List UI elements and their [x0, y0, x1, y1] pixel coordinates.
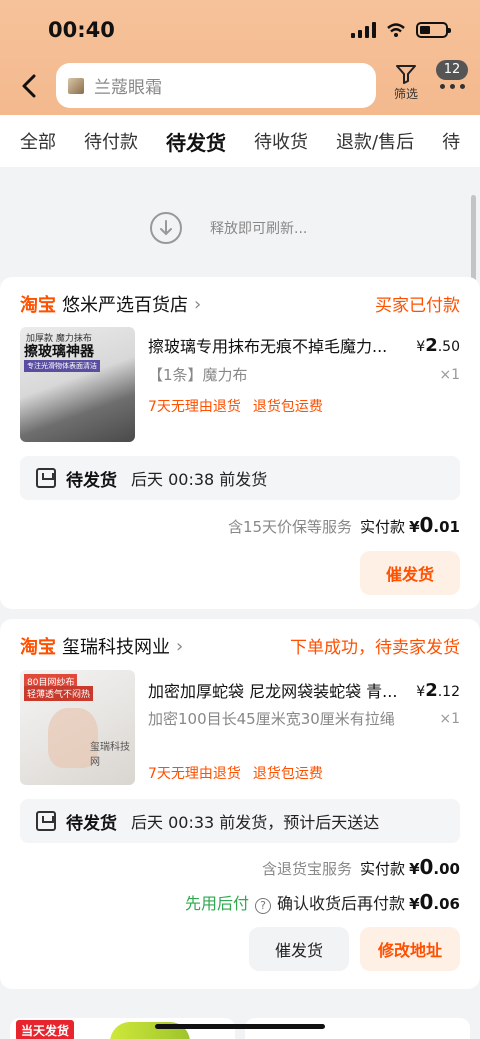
shipping-text: 后天 00:33 前发货，预计后天送达 — [131, 813, 380, 832]
filter-icon — [396, 65, 416, 84]
product-image[interactable]: 加厚款 魔力抹布 擦玻璃神器 专注光滑物体表面清洁 — [20, 327, 135, 442]
shipping-info[interactable]: 待发货 后天 00:33 前发货，预计后天送达 — [20, 799, 460, 843]
urge-shipment-button[interactable]: 催发货 — [360, 551, 460, 595]
service-tags: 7天无理由退货 退货包运费 — [148, 763, 323, 783]
top-header: 00:40 兰蔻眼霜 筛选 12 — [0, 0, 480, 115]
same-day-badge: 当天发货 — [16, 1020, 75, 1039]
back-button[interactable] — [16, 68, 42, 104]
recommendations: 当天发货 — [0, 1000, 480, 1039]
paid-label: 实付款 — [360, 518, 406, 536]
shop-name: 玺瑞科技网业 — [62, 637, 170, 658]
shop-brand: 淘宝 — [20, 295, 56, 316]
shop-link[interactable]: 淘宝 悠米严选百货店 › — [20, 291, 201, 317]
package-icon — [36, 811, 56, 831]
shipping-label: 待发货 — [66, 470, 117, 491]
search-text: 兰蔻眼霜 — [94, 78, 162, 98]
tag-shipping: 退货包运费 — [252, 766, 323, 782]
payment-line: 含15天价保等服务 实付款 ¥0.01 — [228, 513, 460, 537]
urge-shipment-button[interactable]: 催发货 — [249, 927, 349, 971]
order-card: 淘宝 悠米严选百货店 › 买家已付款 加厚款 魔力抹布 擦玻璃神器 专注光滑物体… — [0, 277, 480, 609]
filter-label: 筛选 — [393, 87, 418, 101]
battery-icon — [416, 22, 451, 38]
search-input[interactable]: 兰蔻眼霜 — [56, 63, 376, 108]
paid-amount: ¥0.00 — [409, 855, 460, 879]
tag-return: 7天无理由退货 — [148, 399, 241, 415]
pay-later-line: 先用后付 ? 确认收货后再付款 ¥0.06 — [185, 890, 460, 914]
shop-brand: 淘宝 — [20, 637, 56, 658]
tab-refund[interactable]: 退款/售后 — [336, 128, 414, 154]
image-text: 玺瑞科技网 — [90, 742, 130, 768]
signal-icon — [351, 22, 376, 38]
message-count-badge: 12 — [436, 60, 468, 80]
chevron-right-icon: › — [194, 293, 202, 315]
package-icon — [36, 468, 56, 488]
refresh-hint: 释放即可刷新... — [210, 221, 308, 237]
product-image[interactable]: 80目网纱布 轻薄透气不闷热 玺瑞科技网 — [20, 670, 135, 785]
more-button[interactable]: 12 — [436, 60, 468, 94]
tab-next[interactable]: 待 — [442, 128, 460, 154]
chevron-left-icon — [22, 74, 36, 98]
order-tabs: 全部 待付款 待发货 待收货 退款/售后 待 — [0, 115, 480, 167]
product-qty: ×1 — [439, 711, 460, 727]
service-note: 含15天价保等服务 — [227, 518, 353, 536]
arrow-down-icon — [150, 212, 182, 244]
service-tags: 7天无理由退货 退货包运费 — [148, 396, 323, 416]
tab-all[interactable]: 全部 — [20, 128, 56, 154]
tab-pending-receipt[interactable]: 待收货 — [254, 128, 308, 154]
image-text: 专注光滑物体表面清洁 — [24, 360, 100, 372]
tab-pending-payment[interactable]: 待付款 — [84, 128, 138, 154]
order-card: 淘宝 玺瑞科技网业 › 下单成功，待卖家发货 80目网纱布 轻薄透气不闷热 玺瑞… — [0, 619, 480, 989]
pull-refresh: 释放即可刷新... — [0, 167, 480, 277]
pay-later-text: 确认收货后再付款 — [277, 894, 406, 913]
help-icon[interactable]: ? — [255, 898, 272, 914]
chevron-right-icon: › — [176, 635, 184, 657]
status-time: 00:40 — [48, 18, 115, 42]
payment-line: 含退货宝服务 实付款 ¥0.00 — [262, 855, 460, 879]
shipping-info[interactable]: 待发货 后天 00:38 前发货 — [20, 456, 460, 500]
product-sku: 加密100目长45厘米宽30厘米有拉绳 — [148, 710, 395, 728]
wifi-icon — [387, 23, 405, 37]
product-thumbnail-icon — [68, 77, 84, 94]
shipping-label: 待发货 — [66, 813, 117, 834]
paid-label: 实付款 — [360, 860, 406, 878]
filter-button[interactable]: 筛选 — [388, 64, 424, 102]
image-text: 轻薄透气不闷热 — [24, 686, 94, 701]
product-title[interactable]: 擦玻璃专用抹布无痕不掉毛魔力... — [148, 333, 410, 357]
product-sku: 【1条】魔力布 — [148, 366, 248, 384]
pay-later-amount: ¥0.06 — [409, 890, 460, 914]
order-status: 买家已付款 — [375, 296, 460, 316]
more-dots-icon — [440, 84, 465, 89]
change-address-button[interactable]: 修改地址 — [360, 927, 460, 971]
shop-link[interactable]: 淘宝 玺瑞科技网业 › — [20, 633, 183, 659]
order-status: 下单成功，待卖家发货 — [290, 638, 460, 658]
paid-amount: ¥0.01 — [409, 513, 460, 537]
product-price: ¥2.50 — [416, 335, 460, 356]
product-price: ¥2.12 — [416, 680, 460, 701]
home-indicator[interactable] — [155, 1024, 325, 1029]
tag-shipping: 退货包运费 — [252, 399, 323, 415]
product-qty: ×1 — [439, 367, 460, 383]
status-icons — [351, 22, 451, 38]
service-note: 含退货宝服务 — [262, 860, 353, 878]
pay-later-label: 先用后付 — [185, 894, 250, 913]
tag-return: 7天无理由退货 — [148, 766, 241, 782]
shipping-text: 后天 00:38 前发货 — [131, 470, 268, 489]
tab-pending-shipment[interactable]: 待发货 — [166, 127, 226, 156]
product-title[interactable]: 加密加厚蛇袋 尼龙网袋装蛇袋 青... — [148, 678, 410, 702]
shop-name: 悠米严选百货店 — [62, 295, 188, 316]
image-text: 擦玻璃神器 — [24, 344, 94, 360]
